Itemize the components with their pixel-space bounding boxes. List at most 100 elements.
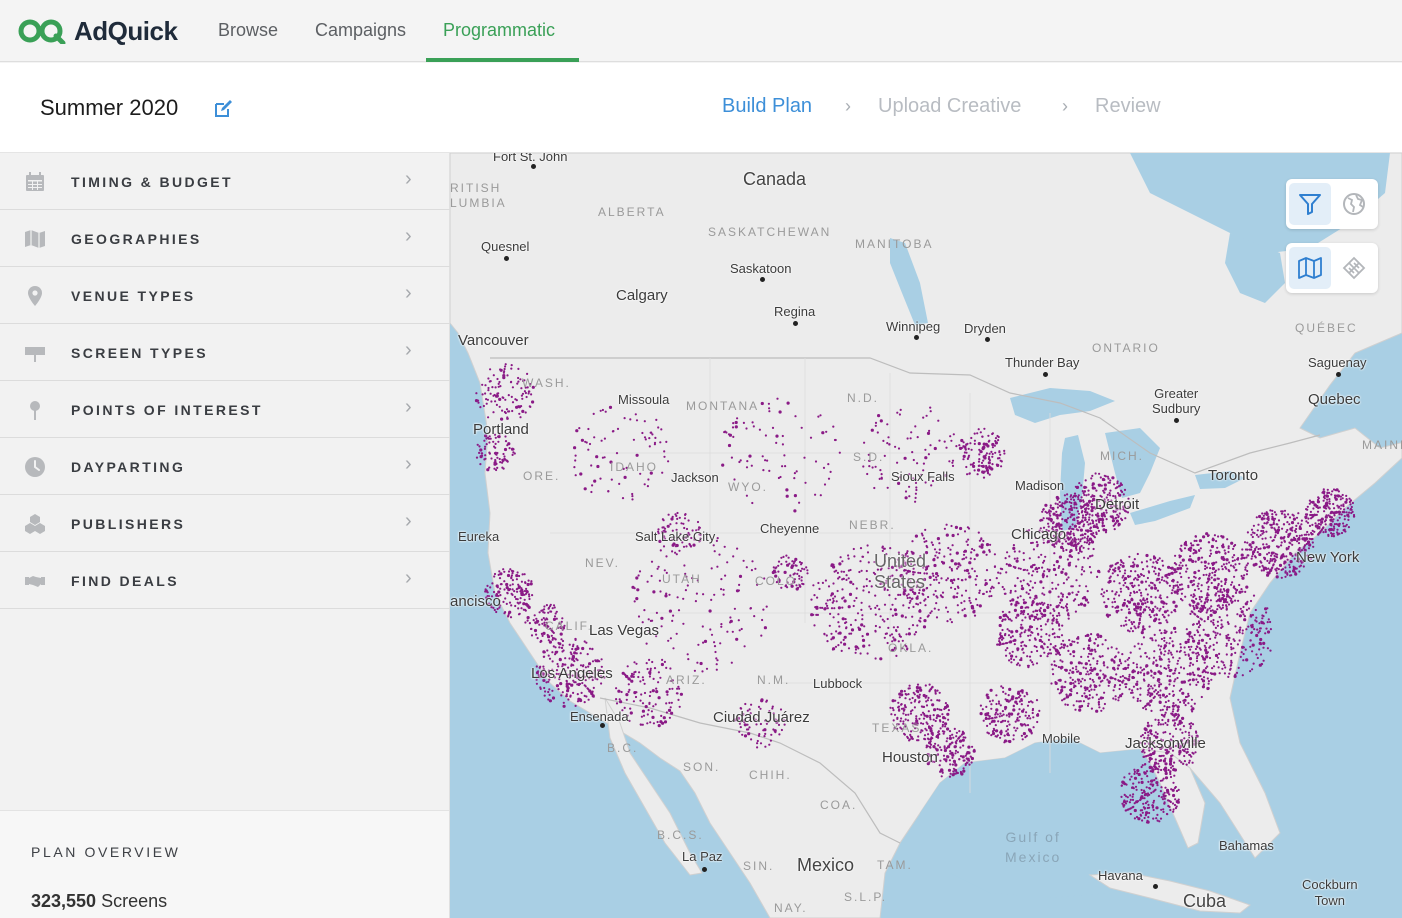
- screen-location-dot[interactable]: [959, 746, 962, 749]
- screen-location-dot[interactable]: [504, 597, 507, 600]
- screen-location-dot[interactable]: [938, 691, 941, 694]
- screen-location-dot[interactable]: [1127, 611, 1132, 615]
- screen-location-dot[interactable]: [993, 565, 997, 568]
- screen-location-dot[interactable]: [900, 717, 903, 720]
- screen-location-dot[interactable]: [1192, 548, 1195, 551]
- screen-location-dot[interactable]: [1174, 704, 1177, 707]
- screen-location-dot[interactable]: [847, 647, 851, 650]
- screen-location-dot[interactable]: [797, 569, 800, 572]
- screen-location-dot[interactable]: [1058, 636, 1061, 639]
- screen-location-dot[interactable]: [801, 567, 804, 570]
- screen-location-dot[interactable]: [1064, 703, 1067, 706]
- screen-location-dot[interactable]: [916, 739, 919, 742]
- screen-location-dot[interactable]: [513, 590, 516, 593]
- screen-location-dot[interactable]: [1150, 685, 1153, 688]
- screen-location-dot[interactable]: [1134, 570, 1137, 573]
- screen-location-dot[interactable]: [902, 712, 905, 715]
- screen-location-dot[interactable]: [926, 546, 929, 549]
- screen-location-dot[interactable]: [1089, 672, 1092, 675]
- screen-location-dot[interactable]: [937, 736, 940, 739]
- screen-location-dot[interactable]: [1007, 618, 1011, 621]
- screen-location-dot[interactable]: [1275, 575, 1279, 579]
- screen-location-dot[interactable]: [526, 582, 530, 587]
- screen-location-dot[interactable]: [662, 519, 665, 522]
- screen-location-dot[interactable]: [1206, 594, 1209, 597]
- screen-location-dot[interactable]: [834, 645, 838, 648]
- screen-location-dot[interactable]: [1143, 705, 1147, 708]
- screen-location-dot[interactable]: [954, 525, 958, 529]
- screen-location-dot[interactable]: [932, 574, 935, 577]
- screen-location-dot[interactable]: [1109, 564, 1113, 568]
- screen-location-dot[interactable]: [1026, 724, 1030, 727]
- screen-location-dot[interactable]: [508, 610, 512, 614]
- screen-location-dot[interactable]: [1322, 499, 1325, 502]
- screen-location-dot[interactable]: [1025, 734, 1028, 738]
- screen-location-dot[interactable]: [976, 603, 979, 607]
- screen-location-dot[interactable]: [1169, 808, 1172, 812]
- screen-location-dot[interactable]: [925, 572, 928, 575]
- screen-location-dot[interactable]: [551, 651, 554, 654]
- screen-location-dot[interactable]: [1158, 596, 1161, 599]
- screen-location-dot[interactable]: [540, 609, 543, 612]
- screen-location-dot[interactable]: [860, 601, 863, 604]
- screen-location-dot[interactable]: [946, 620, 949, 623]
- screen-location-dot[interactable]: [999, 632, 1002, 635]
- screen-location-dot[interactable]: [1195, 731, 1198, 734]
- screen-location-dot[interactable]: [1100, 696, 1103, 700]
- screen-location-dot[interactable]: [1322, 531, 1325, 534]
- screen-location-dot[interactable]: [674, 551, 677, 554]
- screen-location-dot[interactable]: [1089, 526, 1092, 529]
- screen-location-dot[interactable]: [1159, 683, 1163, 686]
- screen-location-dot[interactable]: [859, 547, 863, 550]
- screen-location-dot[interactable]: [1061, 624, 1064, 627]
- screen-location-dot[interactable]: [1090, 648, 1094, 652]
- screen-location-dot[interactable]: [1220, 580, 1223, 583]
- screen-location-dot[interactable]: [812, 584, 815, 587]
- screen-location-dot[interactable]: [862, 644, 866, 648]
- screen-location-dot[interactable]: [1209, 549, 1212, 552]
- screen-location-dot[interactable]: [1146, 724, 1150, 728]
- screen-location-dot[interactable]: [1068, 550, 1072, 554]
- screen-location-dot[interactable]: [1036, 713, 1040, 717]
- screen-location-dot[interactable]: [960, 601, 963, 604]
- screen-location-dot[interactable]: [1077, 590, 1080, 593]
- screen-location-dot[interactable]: [1017, 712, 1020, 715]
- screen-location-dot[interactable]: [1133, 591, 1136, 594]
- screen-location-dot[interactable]: [782, 555, 785, 558]
- screen-location-dot[interactable]: [847, 557, 850, 560]
- screen-location-dot[interactable]: [977, 468, 981, 472]
- screen-location-dot[interactable]: [1169, 637, 1172, 640]
- screen-location-dot[interactable]: [1120, 489, 1123, 492]
- screen-location-dot[interactable]: [917, 701, 921, 704]
- screen-location-dot[interactable]: [1020, 626, 1024, 630]
- screen-location-dot[interactable]: [1081, 490, 1084, 493]
- screen-location-dot[interactable]: [1170, 592, 1173, 595]
- screen-location-dot[interactable]: [1180, 761, 1183, 764]
- sidebar-item-publishers[interactable]: PUBLISHERS ›: [0, 495, 450, 552]
- screen-location-dot[interactable]: [489, 380, 492, 383]
- screen-location-dot[interactable]: [532, 619, 535, 622]
- screen-location-dot[interactable]: [1125, 623, 1128, 626]
- screen-location-dot[interactable]: [1266, 553, 1269, 556]
- screen-location-dot[interactable]: [486, 584, 489, 587]
- screen-location-dot[interactable]: [988, 466, 991, 469]
- screen-location-dot[interactable]: [1016, 613, 1020, 617]
- screen-location-dot[interactable]: [957, 736, 961, 739]
- screen-location-dot[interactable]: [1146, 565, 1149, 568]
- screen-location-dot[interactable]: [1243, 541, 1247, 544]
- screen-location-dot[interactable]: [1095, 523, 1098, 526]
- screen-location-dot[interactable]: [1018, 550, 1021, 553]
- screen-location-dot[interactable]: [1173, 626, 1177, 630]
- screen-location-dot[interactable]: [1345, 494, 1348, 497]
- screen-location-dot[interactable]: [1140, 777, 1143, 780]
- screen-location-dot[interactable]: [912, 605, 915, 608]
- screen-location-dot[interactable]: [1148, 765, 1152, 770]
- screen-location-dot[interactable]: [1159, 817, 1163, 820]
- screen-location-dot[interactable]: [998, 702, 1001, 705]
- screen-location-dot[interactable]: [1147, 803, 1150, 807]
- screen-location-dot[interactable]: [1232, 565, 1235, 568]
- screen-location-dot[interactable]: [1083, 541, 1086, 544]
- screen-location-dot[interactable]: [1092, 657, 1095, 660]
- screen-location-dot[interactable]: [1060, 643, 1063, 646]
- screen-location-dot[interactable]: [1271, 509, 1274, 512]
